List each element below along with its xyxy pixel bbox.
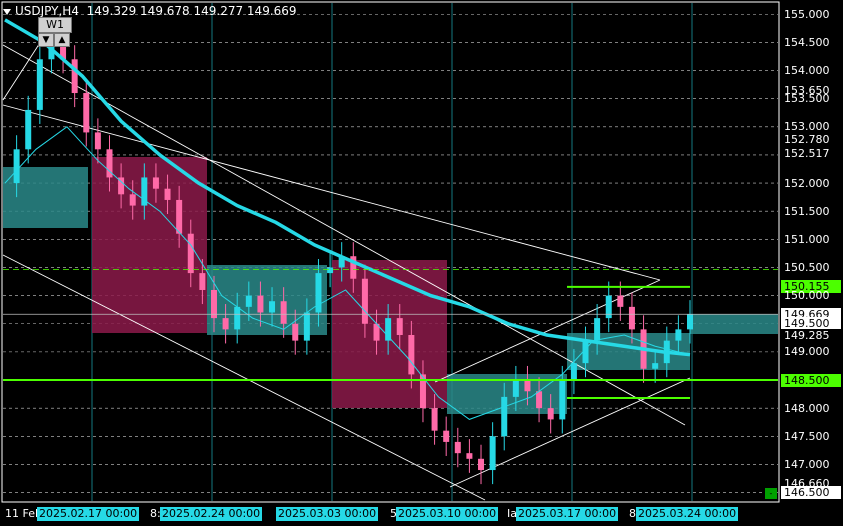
price-tick: 148.500 <box>781 373 841 387</box>
candle-body <box>13 149 20 184</box>
candle-body <box>361 278 368 324</box>
candle-body <box>431 408 438 431</box>
candle-body <box>83 93 90 133</box>
candle-body <box>327 267 334 274</box>
price-tick: 151.000 <box>784 232 830 246</box>
candle-body <box>408 335 415 375</box>
candle-body <box>675 329 682 341</box>
price-tick: 154.500 <box>784 35 830 49</box>
candle-body <box>257 295 264 313</box>
candle-body <box>501 396 508 437</box>
candle-body <box>536 391 543 409</box>
dropdown-triangle-icon[interactable] <box>3 8 11 15</box>
price-tick: 152.517 <box>781 147 841 161</box>
price-tick: 150.500 <box>784 260 830 274</box>
candle-body <box>617 295 624 307</box>
candle-body <box>292 323 299 341</box>
price-tick: 155.000 <box>784 7 830 21</box>
candle-body <box>269 301 276 313</box>
price-tick: 149.000 <box>784 345 830 359</box>
candle-body <box>489 436 496 471</box>
price-tick: 147.000 <box>784 457 830 471</box>
price-tick: 149.285 <box>781 329 841 343</box>
time-tick: 2025.03.24 00:00 <box>636 507 739 521</box>
price-tick: 146.500 <box>781 486 841 500</box>
candle-body <box>524 380 531 392</box>
price-tick: 149.500 <box>781 317 841 331</box>
candle-body <box>176 199 183 234</box>
price-tick: 150.000 <box>784 289 830 303</box>
candle-body <box>187 233 194 274</box>
candle-body <box>605 295 612 319</box>
candle-body <box>385 318 392 341</box>
candle-body <box>443 430 450 442</box>
symbol-label: USDJPY,H4 <box>15 4 79 18</box>
candle-body <box>652 363 659 369</box>
time-tick: 2025.03.03 00:00 <box>276 507 379 521</box>
candle-body <box>454 441 461 454</box>
candle-body <box>234 306 241 330</box>
candle-body <box>164 188 171 200</box>
scroll-indicator[interactable]: - <box>765 488 777 499</box>
price-chart[interactable] <box>0 0 843 526</box>
candle-body <box>71 59 78 94</box>
candle-body <box>570 363 577 381</box>
time-tick: 2025.02.24 00:00 <box>160 507 263 521</box>
arrow-down-icon[interactable]: ▼ <box>38 33 54 47</box>
candle-body <box>25 109 32 150</box>
candle-body <box>466 453 473 459</box>
price-tick: 151.500 <box>784 204 830 218</box>
candle-body <box>36 59 43 110</box>
price-tick: 152.000 <box>784 176 830 190</box>
candle-body <box>303 312 310 341</box>
price-tick: 153.500 <box>784 92 830 106</box>
candle-body <box>512 380 519 397</box>
candle-body <box>222 318 229 330</box>
candle-body <box>687 314 693 330</box>
time-tick: 2025.02.17 00:00 <box>37 507 140 521</box>
candle-body <box>280 301 287 324</box>
price-tick: 153.000 <box>784 120 830 134</box>
price-tick: 147.500 <box>784 429 830 443</box>
candle-body <box>478 458 485 471</box>
candle-body <box>245 295 252 307</box>
candle-body <box>628 306 635 330</box>
candle-body <box>547 408 554 420</box>
candle-body <box>152 177 159 189</box>
ohlc-readout: 149.329 149.678 149.277 149.669 <box>86 4 297 18</box>
candle-body <box>129 194 136 206</box>
price-tick: 148.000 <box>784 401 830 415</box>
chart-header: USDJPY,H4 149.329 149.678 149.277 149.66… <box>3 4 297 18</box>
zone-rect <box>690 314 778 334</box>
candle-body <box>559 380 566 420</box>
candle-body <box>594 318 601 341</box>
candle-body <box>396 318 403 335</box>
time-tick: 2025.03.17 00:00 <box>516 507 619 521</box>
time-tick: 2025.03.10 00:00 <box>396 507 499 521</box>
period-button-w1[interactable]: W1 <box>38 17 72 33</box>
price-tick: 154.000 <box>784 64 830 78</box>
candle-body <box>315 273 322 313</box>
candle-body <box>199 273 206 290</box>
arrow-up-icon[interactable]: ▲ <box>54 33 70 47</box>
price-tick: 152.780 <box>781 132 841 146</box>
candle-body <box>94 132 101 150</box>
